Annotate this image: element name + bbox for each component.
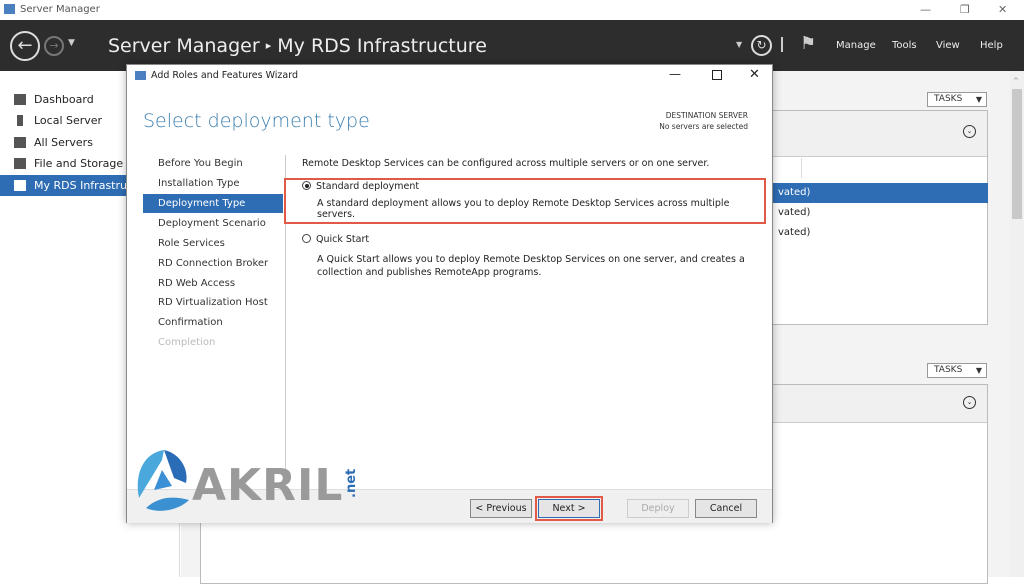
scrollbar[interactable]: ^ xyxy=(1010,71,1024,577)
nav-rd-web-access[interactable]: RD Web Access xyxy=(143,274,283,293)
radio-unchecked-icon[interactable] xyxy=(302,234,311,243)
wizard-icon xyxy=(135,71,146,80)
page-heading: Select deployment type xyxy=(143,110,370,132)
option-label: Quick Start xyxy=(316,234,370,245)
menu-view[interactable]: View xyxy=(936,40,960,51)
nav-installation-type[interactable]: Installation Type xyxy=(143,174,283,193)
highlight-box xyxy=(284,178,766,224)
intro-text: Remote Desktop Services can be configure… xyxy=(302,158,710,169)
restore-button[interactable]: ❐ xyxy=(960,3,970,16)
nav-rd-connection-broker[interactable]: RD Connection Broker xyxy=(143,254,283,273)
history-dropdown-icon[interactable]: ▼ xyxy=(68,38,75,48)
nav-before-you-begin[interactable]: Before You Begin xyxy=(143,154,283,173)
breadcrumb-page: My RDS Infrastructure xyxy=(277,35,487,57)
back-icon[interactable]: ← xyxy=(10,31,40,61)
destination-value: No servers are selected xyxy=(659,122,748,131)
forward-icon[interactable]: → xyxy=(44,36,64,56)
sidebar-item-label: All Servers xyxy=(34,136,93,149)
server-icon xyxy=(17,115,23,126)
servers-icon xyxy=(14,137,26,148)
column-divider xyxy=(801,158,802,178)
cancel-button[interactable]: Cancel xyxy=(695,499,757,518)
tasks-label: TASKS xyxy=(934,365,963,375)
dropdown-icon[interactable]: ▼ xyxy=(736,40,742,49)
tasks-button-1[interactable]: TASKS ▼ xyxy=(927,92,987,107)
deploy-button: Deploy xyxy=(627,499,689,518)
nav-deployment-scenario[interactable]: Deployment Scenario xyxy=(143,214,283,233)
notifications-flag-icon[interactable]: ⚑ xyxy=(800,33,816,54)
sidebar-item-label: Dashboard xyxy=(34,93,94,106)
wizard-dialog: Add Roles and Features Wizard — ✕ Select… xyxy=(126,64,773,523)
scroll-up-icon[interactable]: ^ xyxy=(1013,77,1019,85)
scrollbar-thumb[interactable] xyxy=(1012,89,1022,219)
previous-button[interactable]: < Previous xyxy=(470,499,532,518)
close-button[interactable]: ✕ xyxy=(998,3,1007,16)
storage-icon xyxy=(14,158,26,169)
minimize-button[interactable]: — xyxy=(920,3,931,16)
expand-icon[interactable]: ⌄ xyxy=(963,125,976,138)
refresh-icon[interactable]: ↻ xyxy=(751,35,772,56)
menu-help[interactable]: Help xyxy=(980,40,1003,51)
watermark-text: AKRIL xyxy=(192,460,344,511)
dialog-close-button[interactable]: ✕ xyxy=(749,67,760,82)
next-button[interactable]: Next > xyxy=(535,496,603,521)
destination-label: DESTINATION SERVER xyxy=(665,111,748,120)
tasks-button-2[interactable]: TASKS ▼ xyxy=(927,363,987,378)
tasks-label: TASKS xyxy=(934,94,963,104)
separator xyxy=(781,37,783,52)
window-title: Server Manager xyxy=(20,4,100,15)
dialog-title: Add Roles and Features Wizard xyxy=(151,70,299,81)
app-icon xyxy=(4,4,15,14)
window-titlebar: Server Manager — ❐ ✕ xyxy=(0,0,1024,20)
menu-tools[interactable]: Tools xyxy=(892,40,917,51)
akril-logo-icon xyxy=(137,450,189,511)
radio-quick-start[interactable]: Quick Start xyxy=(302,234,762,245)
akril-watermark: AKRIL .net xyxy=(134,448,359,516)
nav-confirmation[interactable]: Confirmation xyxy=(143,313,283,332)
dialog-minimize-button[interactable]: — xyxy=(669,67,681,81)
nav-rd-virtualization-host[interactable]: RD Virtualization Host xyxy=(143,293,283,312)
rds-icon xyxy=(14,180,26,191)
expand-icon[interactable]: ⌄ xyxy=(963,396,976,409)
breadcrumb-separator: ▸ xyxy=(265,39,272,52)
sidebar-item-label: Local Server xyxy=(34,114,103,127)
nav-role-services[interactable]: Role Services xyxy=(143,234,283,253)
nav-completion: Completion xyxy=(158,337,216,348)
option-description: A Quick Start allows you to deploy Remot… xyxy=(317,254,745,278)
destination-server: DESTINATION SERVER No servers are selecte… xyxy=(659,110,748,132)
breadcrumb-root[interactable]: Server Manager xyxy=(108,35,260,57)
breadcrumb: Server Manager ▸ My RDS Infrastructure xyxy=(108,35,487,57)
dialog-maximize-button[interactable] xyxy=(712,70,722,80)
dashboard-icon xyxy=(14,94,26,105)
watermark-suffix: .net xyxy=(344,468,359,498)
nav-deployment-type[interactable]: Deployment Type xyxy=(143,194,283,213)
menu-manage[interactable]: Manage xyxy=(836,40,876,51)
